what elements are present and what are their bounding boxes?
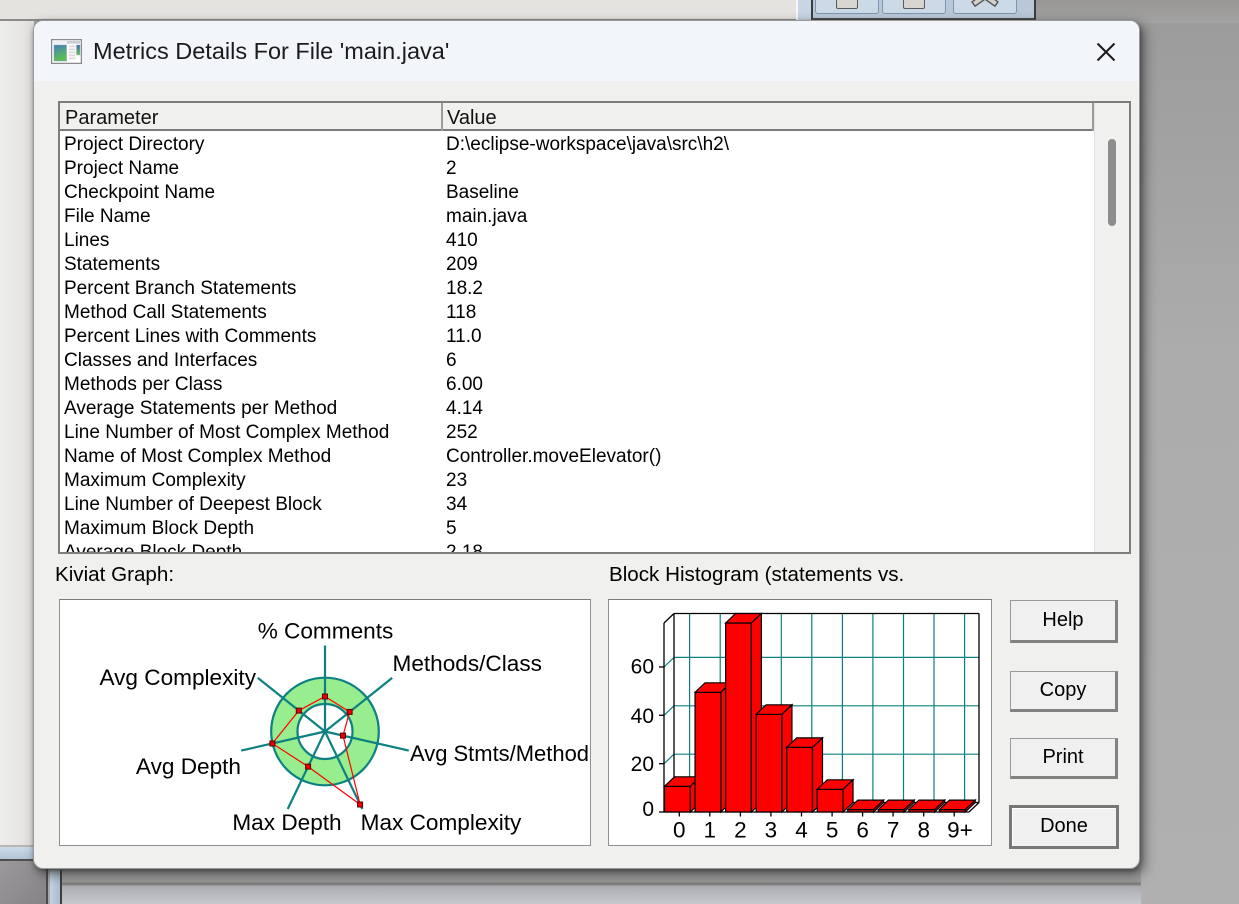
- svg-text:6: 6: [856, 818, 869, 843]
- svg-text:Max Complexity: Max Complexity: [361, 810, 522, 835]
- svg-text:0: 0: [673, 818, 686, 843]
- svg-text:5: 5: [826, 818, 839, 843]
- svg-text:0: 0: [642, 798, 654, 821]
- svg-text:% Comments: % Comments: [258, 618, 394, 643]
- svg-text:3: 3: [765, 818, 778, 843]
- svg-text:9+: 9+: [947, 818, 973, 843]
- svg-text:7: 7: [887, 818, 900, 843]
- svg-text:4: 4: [795, 818, 808, 843]
- svg-text:Avg Stmts/Method: Avg Stmts/Method: [410, 741, 589, 766]
- svg-text:Methods/Class: Methods/Class: [393, 651, 542, 676]
- svg-text:20: 20: [631, 753, 654, 776]
- svg-text:Max Depth: Max Depth: [232, 810, 341, 835]
- svg-text:2: 2: [734, 818, 747, 843]
- svg-text:Avg Complexity: Avg Complexity: [99, 665, 256, 690]
- svg-text:Avg Depth: Avg Depth: [136, 754, 241, 779]
- svg-text:8: 8: [917, 818, 930, 843]
- svg-text:1: 1: [704, 818, 717, 843]
- svg-text:40: 40: [631, 705, 654, 728]
- svg-text:60: 60: [631, 656, 654, 679]
